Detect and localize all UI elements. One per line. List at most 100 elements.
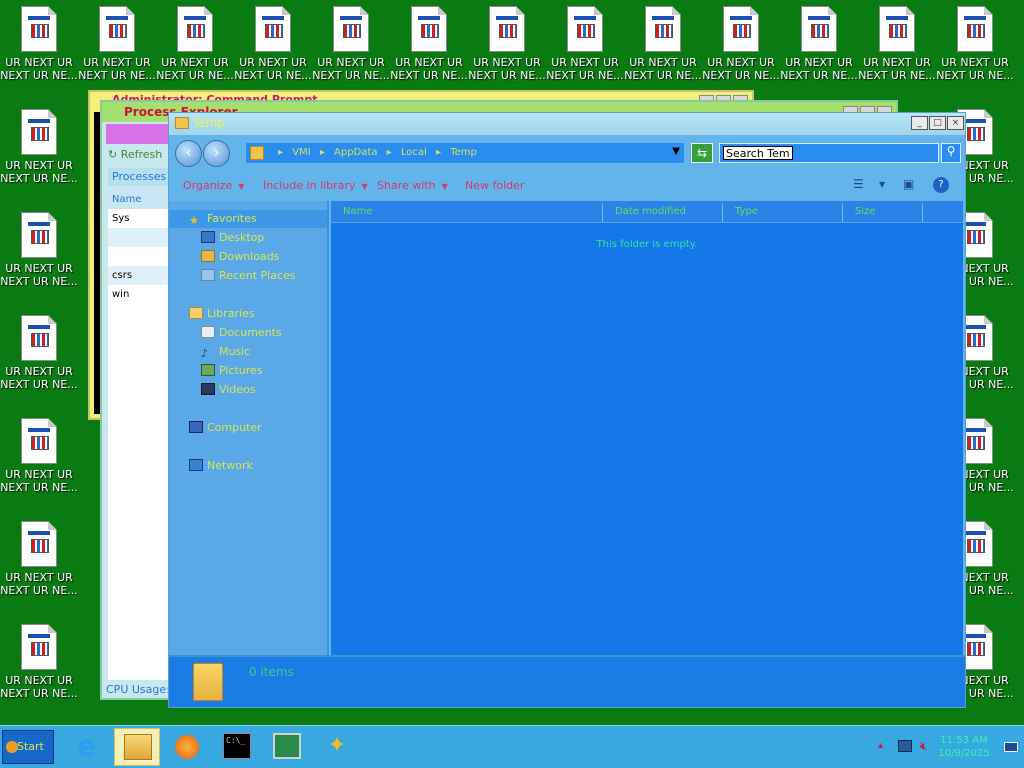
menu-bar[interactable]	[106, 124, 170, 144]
shortcut-label-line1: UR NEXT UR	[5, 159, 73, 172]
nav-computer[interactable]: Computer	[189, 421, 262, 439]
desktop-shortcut[interactable]: UR NEXT UR NEXT UR NE...	[234, 0, 312, 86]
process-row[interactable]	[108, 247, 170, 266]
nav-favorites[interactable]: ★ Favorites	[189, 212, 257, 230]
chevron-down-icon: ▼	[238, 182, 245, 191]
document-icon	[255, 6, 291, 52]
nav-documents[interactable]: Documents	[201, 326, 282, 344]
process-row[interactable]: Sys	[108, 209, 170, 228]
column-size[interactable]: Size	[843, 204, 923, 222]
clock[interactable]: 11:53 AM 10/9/2025	[932, 734, 996, 760]
breadcrumb-item[interactable]: VMI	[292, 147, 310, 158]
search-box[interactable]	[719, 143, 939, 163]
share-with-button[interactable]: Share with ▼	[377, 179, 448, 192]
desktop-shortcut[interactable]: UR NEXT UR NEXT UR NE...	[156, 0, 234, 86]
nav-recent-places[interactable]: Recent Places	[201, 269, 296, 287]
back-button[interactable]: ‹	[175, 140, 202, 167]
desktop-shortcut[interactable]: UR NEXT UR NEXT UR NE...	[0, 412, 78, 498]
start-button[interactable]: Start	[2, 730, 54, 764]
magic-wand-icon: ✦	[327, 733, 347, 758]
desktop-shortcut[interactable]: UR NEXT UR NEXT UR NE...	[0, 103, 78, 189]
organize-button[interactable]: Organize ▼	[183, 179, 244, 192]
nav-downloads[interactable]: Downloads	[201, 250, 279, 268]
refresh-button[interactable]: ↻ Refresh	[108, 148, 162, 161]
show-desktop-icon[interactable]	[1004, 742, 1018, 752]
shortcut-label-line2: NEXT UR NE...	[0, 275, 78, 288]
explorer-titlebar[interactable]: Temp _ □ ×	[169, 113, 965, 135]
process-row[interactable]: win	[108, 285, 170, 304]
column-name[interactable]: Name	[331, 204, 603, 222]
preview-pane-icon[interactable]: ▣	[903, 177, 914, 191]
column-date-modified[interactable]: Date modified	[603, 204, 723, 222]
taskbar-media-player[interactable]	[164, 728, 210, 766]
explorer-window[interactable]: Temp _ □ × ‹ › ▸ VMI ▸ AppData ▸ Local ▸…	[168, 112, 966, 708]
desktop-shortcut[interactable]: UR NEXT UR NEXT UR NE...	[546, 0, 624, 86]
search-input[interactable]	[723, 146, 793, 160]
taskbar-wizard[interactable]: ✦	[314, 728, 360, 766]
taskbar-system-monitor[interactable]	[264, 728, 310, 766]
breadcrumb-item[interactable]: Local	[401, 147, 427, 158]
shortcut-label-line2: NEXT UR NE...	[390, 69, 468, 82]
desktop-shortcut[interactable]: UR NEXT UR NEXT UR NE...	[780, 0, 858, 86]
nav-network[interactable]: Network	[189, 459, 253, 477]
desktop-shortcut[interactable]: UR NEXT UR NEXT UR NE...	[78, 0, 156, 86]
desktop-shortcut[interactable]: UR NEXT UR NEXT UR NE...	[0, 0, 78, 86]
desktop-shortcut[interactable]: UR NEXT UR NEXT UR NE...	[390, 0, 468, 86]
nav-desktop[interactable]: Desktop	[201, 231, 264, 249]
desktop-shortcut[interactable]: UR NEXT UR NEXT UR NE...	[624, 0, 702, 86]
minimize-button[interactable]: _	[911, 116, 928, 130]
document-icon	[21, 418, 57, 464]
desktop-shortcut[interactable]: UR NEXT UR NEXT UR NE...	[468, 0, 546, 86]
shortcut-label-line1: UR NEXT UR	[551, 56, 619, 69]
address-bar[interactable]: ▸ VMI ▸ AppData ▸ Local ▸ Temp ▼	[245, 142, 685, 164]
taskbar-internet-explorer[interactable]: e	[64, 728, 110, 766]
desktop-shortcut[interactable]: UR NEXT UR NEXT UR NE...	[702, 0, 780, 86]
nav-videos[interactable]: Videos	[201, 383, 256, 401]
show-hidden-icons-icon[interactable]: ▴	[878, 740, 883, 751]
chevron-down-icon[interactable]: ▼	[879, 180, 885, 189]
item-count: 0 items	[249, 665, 294, 679]
maximize-button[interactable]: □	[929, 116, 946, 130]
file-list[interactable]: Name Date modified Type Size This folder…	[331, 201, 963, 655]
column-type[interactable]: Type	[723, 204, 843, 222]
chevron-down-icon[interactable]: ▼	[672, 146, 680, 157]
include-in-library-button[interactable]: Include in library ▼	[263, 179, 368, 192]
nav-label: Music	[219, 345, 251, 358]
navigation-pane[interactable]: ★ Favorites Desktop Downloads Recent Plac…	[169, 201, 329, 655]
process-row[interactable]	[108, 228, 170, 247]
view-options-icon[interactable]: ☰	[853, 177, 864, 191]
desktop-shortcut[interactable]: UR NEXT UR NEXT UR NE...	[0, 206, 78, 292]
process-list[interactable]: Name Sys csrs win	[108, 190, 170, 680]
network-icon[interactable]	[898, 740, 912, 752]
desktop-shortcut[interactable]: UR NEXT UR NEXT UR NE...	[0, 515, 78, 601]
nav-libraries[interactable]: Libraries	[189, 307, 255, 325]
forward-button[interactable]: ›	[203, 140, 230, 167]
document-icon	[177, 6, 213, 52]
close-button[interactable]: ×	[947, 116, 964, 130]
help-icon[interactable]: ?	[933, 177, 949, 193]
tab-processes[interactable]: Processes	[108, 168, 168, 186]
desktop-shortcut[interactable]: UR NEXT UR NEXT UR NE...	[858, 0, 936, 86]
document-icon	[411, 6, 447, 52]
volume-muted-icon[interactable]: 🔇︎	[920, 739, 928, 754]
shortcut-label-line2: NEXT UR NE...	[0, 172, 78, 185]
desktop-shortcut[interactable]: UR NEXT UR NEXT UR NE...	[0, 309, 78, 395]
desktop-shortcut[interactable]: UR NEXT UR NEXT UR NE...	[312, 0, 390, 86]
document-icon	[957, 6, 993, 52]
breadcrumb-item[interactable]: Temp	[450, 147, 477, 158]
taskbar-windows-explorer[interactable]	[114, 728, 160, 766]
refresh-icon[interactable]: ⇆	[691, 143, 713, 163]
desktop-shortcut[interactable]: UR NEXT UR NEXT UR NE...	[936, 0, 1014, 86]
music-icon: ♪	[201, 347, 209, 360]
search-icon[interactable]: ⚲	[941, 143, 961, 163]
taskbar-command-prompt[interactable]: C:\_	[214, 728, 260, 766]
column-header[interactable]: Name	[108, 190, 170, 209]
nav-pictures[interactable]: Pictures	[201, 364, 263, 382]
desktop-shortcut[interactable]: UR NEXT UR NEXT UR NE...	[0, 618, 78, 704]
breadcrumb-item[interactable]: AppData	[334, 147, 377, 158]
process-row[interactable]: csrs	[108, 266, 170, 285]
shortcut-label-line1: UR NEXT UR	[629, 56, 697, 69]
new-folder-button[interactable]: New folder	[465, 179, 524, 192]
shortcut-label-line2: NEXT UR NE...	[624, 69, 702, 82]
nav-music[interactable]: ♪ Music	[201, 345, 250, 363]
